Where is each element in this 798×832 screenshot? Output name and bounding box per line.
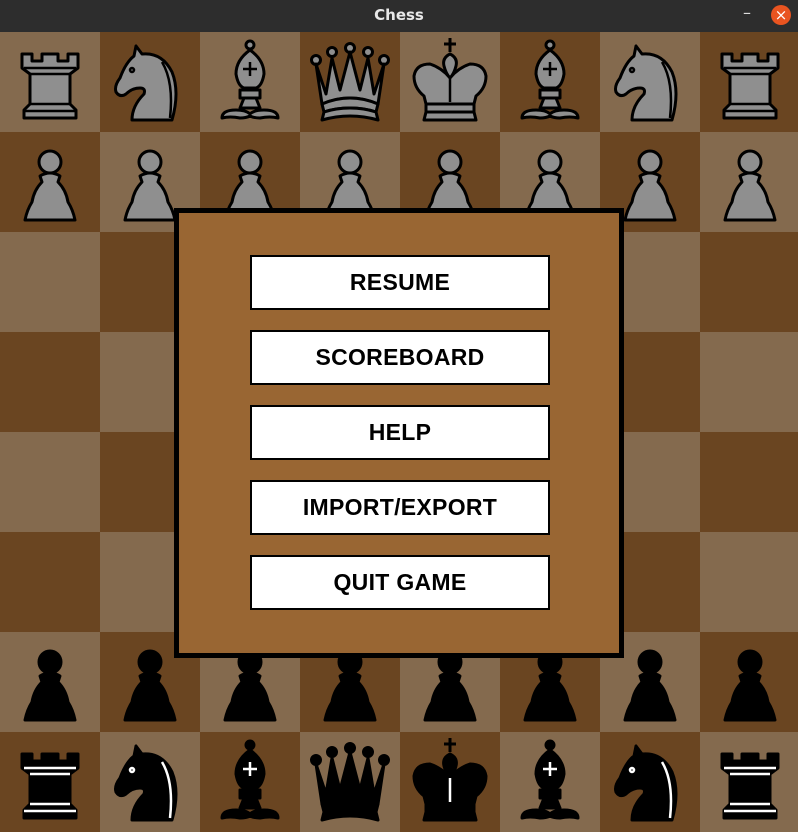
resume-button[interactable]: RESUME: [250, 255, 550, 310]
gray-pawn-icon[interactable]: [0, 132, 100, 232]
scoreboard-button[interactable]: SCOREBOARD: [250, 330, 550, 385]
gray-king-icon[interactable]: [400, 32, 500, 132]
gray-pawn-icon[interactable]: [700, 132, 798, 232]
gray-rook-icon[interactable]: [700, 32, 798, 132]
black-knight-icon[interactable]: [600, 732, 700, 832]
black-king-icon[interactable]: [400, 732, 500, 832]
black-bishop-icon[interactable]: [500, 732, 600, 832]
square-d1[interactable]: [300, 732, 400, 832]
black-queen-icon[interactable]: [300, 732, 400, 832]
square-a8[interactable]: [0, 32, 100, 132]
black-rook-icon[interactable]: [700, 732, 798, 832]
gray-bishop-icon[interactable]: [500, 32, 600, 132]
square-a3[interactable]: [0, 532, 100, 632]
square-h3[interactable]: [700, 532, 798, 632]
black-bishop-icon[interactable]: [200, 732, 300, 832]
square-g1[interactable]: [600, 732, 700, 832]
gray-rook-icon[interactable]: [0, 32, 100, 132]
gray-bishop-icon[interactable]: [200, 32, 300, 132]
close-icon[interactable]: ×: [771, 5, 791, 25]
square-a6[interactable]: [0, 232, 100, 332]
window-title: Chess: [374, 6, 424, 24]
help-button[interactable]: HELP: [250, 405, 550, 460]
square-c8[interactable]: [200, 32, 300, 132]
gray-queen-icon[interactable]: [300, 32, 400, 132]
square-h5[interactable]: [700, 332, 798, 432]
pause-menu: RESUME SCOREBOARD HELP IMPORT/EXPORT QUI…: [174, 208, 624, 658]
square-h2[interactable]: [700, 632, 798, 732]
square-f8[interactable]: [500, 32, 600, 132]
square-h6[interactable]: [700, 232, 798, 332]
square-h4[interactable]: [700, 432, 798, 532]
black-pawn-icon[interactable]: [700, 632, 798, 732]
gray-knight-icon[interactable]: [100, 32, 200, 132]
square-a5[interactable]: [0, 332, 100, 432]
square-h8[interactable]: [700, 32, 798, 132]
gray-knight-icon[interactable]: [600, 32, 700, 132]
quit-game-button[interactable]: QUIT GAME: [250, 555, 550, 610]
square-h7[interactable]: [700, 132, 798, 232]
square-d8[interactable]: [300, 32, 400, 132]
black-knight-icon[interactable]: [100, 732, 200, 832]
square-e1[interactable]: [400, 732, 500, 832]
title-bar: Chess – ×: [0, 0, 798, 32]
square-a2[interactable]: [0, 632, 100, 732]
square-h1[interactable]: [700, 732, 798, 832]
minimize-icon[interactable]: –: [738, 5, 756, 24]
square-b1[interactable]: [100, 732, 200, 832]
black-pawn-icon[interactable]: [0, 632, 100, 732]
square-b8[interactable]: [100, 32, 200, 132]
square-e8[interactable]: [400, 32, 500, 132]
square-g8[interactable]: [600, 32, 700, 132]
square-a4[interactable]: [0, 432, 100, 532]
square-a7[interactable]: [0, 132, 100, 232]
square-f1[interactable]: [500, 732, 600, 832]
square-a1[interactable]: [0, 732, 100, 832]
black-rook-icon[interactable]: [0, 732, 100, 832]
square-c1[interactable]: [200, 732, 300, 832]
import-export-button[interactable]: IMPORT/EXPORT: [250, 480, 550, 535]
